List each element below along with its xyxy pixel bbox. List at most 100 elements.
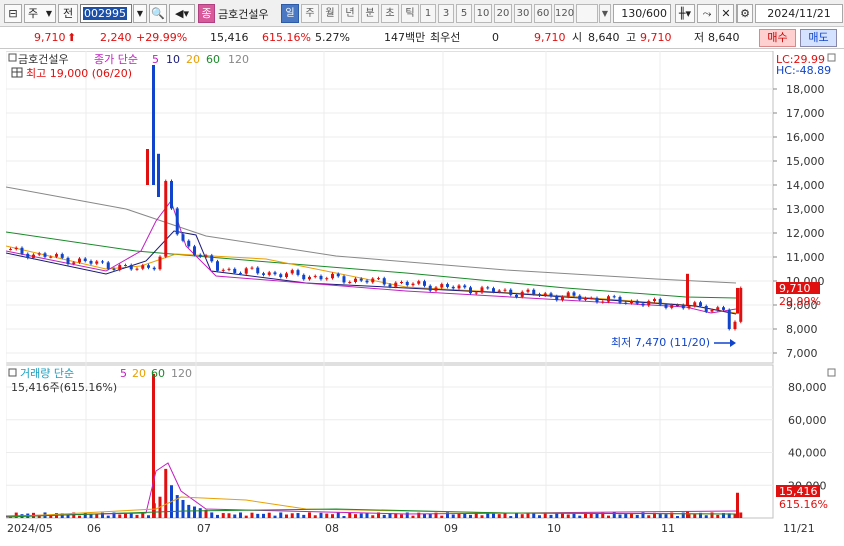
interval-20[interactable]: 20	[494, 4, 512, 23]
last-price-tag: 9,710	[779, 282, 811, 295]
vol-ma20-label: 20	[132, 367, 146, 380]
down-candle	[365, 280, 369, 283]
date-input[interactable]: 2024/11/21	[755, 4, 843, 23]
volume-bar	[686, 511, 689, 518]
down-candle	[624, 302, 628, 304]
trade-amount: 147백만	[384, 31, 426, 44]
volume-bar	[635, 514, 639, 518]
x-axis-label: 07	[197, 522, 211, 535]
interval-1[interactable]: 1	[420, 4, 436, 23]
crosshair-icon[interactable]: ✕	[718, 4, 734, 23]
period-week-tab[interactable]: 주	[301, 4, 319, 23]
down-candle	[198, 254, 202, 257]
interval-3[interactable]: 3	[438, 4, 454, 23]
up-candle	[354, 278, 357, 282]
volume-bar	[647, 515, 651, 518]
volume-bar	[618, 514, 622, 518]
search-icon[interactable]: 🔍	[149, 4, 167, 23]
up-candle	[135, 268, 139, 270]
up-candle	[584, 298, 587, 300]
candle-type-icon[interactable]: ╫▾	[675, 4, 695, 23]
turnover: 5.27%	[315, 31, 350, 44]
down-candle	[66, 257, 70, 264]
sell-button[interactable]: 매도	[800, 29, 837, 47]
volume-tick-label: 40,000	[788, 447, 827, 460]
up-candle	[687, 306, 691, 309]
up-candle	[520, 291, 524, 297]
down-candle	[704, 306, 708, 312]
interval-custom-input[interactable]	[576, 4, 598, 23]
down-candle	[43, 253, 47, 257]
volume-bar	[239, 512, 242, 518]
down-candle	[175, 208, 179, 235]
up-candle	[158, 256, 162, 270]
interval-dropdown-button[interactable]: ▼	[599, 4, 611, 23]
volume-bar	[78, 515, 81, 518]
market-select[interactable]: 주 ▼	[24, 4, 56, 23]
interval-10[interactable]: 10	[474, 4, 492, 23]
indicator-icon[interactable]: ⤳	[697, 4, 717, 23]
interval-120[interactable]: 120	[554, 4, 574, 23]
down-candle	[273, 272, 277, 275]
period-year-tab[interactable]: 년	[341, 4, 359, 23]
stock-chart[interactable]: 금호건설우 종가 단순 5 10 20 60 120 최고 19,000 (06…	[5, 50, 838, 543]
hc-label: HC:-48.89	[776, 64, 831, 77]
up-candle	[601, 301, 605, 303]
spike-candle	[157, 153, 160, 197]
period-minute-tab[interactable]: 분	[361, 4, 379, 23]
speaker-icon[interactable]: ◀▾	[169, 4, 195, 23]
volume-bar	[607, 515, 610, 518]
quote-bar: 9,710 ⬆ 2,240 +29.99% 15,416 615.16% 5.2…	[0, 28, 844, 49]
volume-bar	[710, 512, 714, 518]
down-candle	[722, 307, 725, 310]
code-dropdown-button[interactable]: ▼	[133, 4, 147, 23]
down-candle	[210, 255, 214, 262]
volume-panel[interactable]	[5, 364, 774, 519]
buy-button[interactable]: 매수	[759, 29, 796, 47]
volume-bar	[325, 513, 329, 518]
up-candle	[526, 289, 530, 292]
down-candle	[509, 289, 513, 295]
last-pct-tag: 29.99%	[779, 295, 821, 308]
up-candle	[377, 278, 380, 280]
period-day-tab[interactable]: 일	[281, 4, 299, 23]
up-candle	[204, 255, 208, 257]
down-candle	[193, 246, 196, 255]
down-candle	[463, 285, 467, 288]
up-candle	[400, 281, 403, 283]
interval-30[interactable]: 30	[514, 4, 532, 23]
volume-bar	[440, 515, 444, 518]
volume-bar	[164, 468, 168, 518]
volume-bar	[273, 515, 277, 518]
volume-bar	[83, 512, 87, 518]
up-candle	[733, 321, 737, 329]
x-axis-label: 2024/05	[7, 522, 53, 535]
volume-bar	[313, 515, 317, 518]
prev-button[interactable]: 전	[58, 4, 78, 23]
down-candle	[256, 267, 260, 274]
interval-60[interactable]: 60	[534, 4, 552, 23]
price-panel[interactable]	[5, 50, 774, 364]
vol-ma120-label: 120	[171, 367, 192, 380]
volume-bar	[198, 508, 202, 518]
volume-bar	[520, 514, 524, 518]
down-candle	[279, 274, 283, 278]
up-candle	[710, 309, 714, 312]
price-tick-label: 14,000	[786, 179, 825, 192]
up-candle	[716, 307, 720, 310]
count-input[interactable]: 130/600	[613, 4, 671, 23]
down-candle	[152, 267, 156, 270]
settings-gear-icon[interactable]: ⚙	[737, 4, 753, 23]
price-indicator-label: 종가 단순	[94, 53, 138, 66]
up-candle	[566, 292, 570, 297]
interval-5[interactable]: 5	[456, 4, 472, 23]
period-second-tab[interactable]: 초	[381, 4, 399, 23]
period-month-tab[interactable]: 월	[321, 4, 339, 23]
down-candle	[658, 299, 662, 305]
period-tick-tab[interactable]: 틱	[401, 4, 419, 23]
chart-menu-icon[interactable]: ⊟	[4, 4, 22, 23]
volume-bar	[302, 514, 306, 518]
volume-bar	[578, 515, 582, 518]
stock-code-input[interactable]: 002995	[80, 4, 132, 23]
up-candle	[14, 247, 18, 250]
